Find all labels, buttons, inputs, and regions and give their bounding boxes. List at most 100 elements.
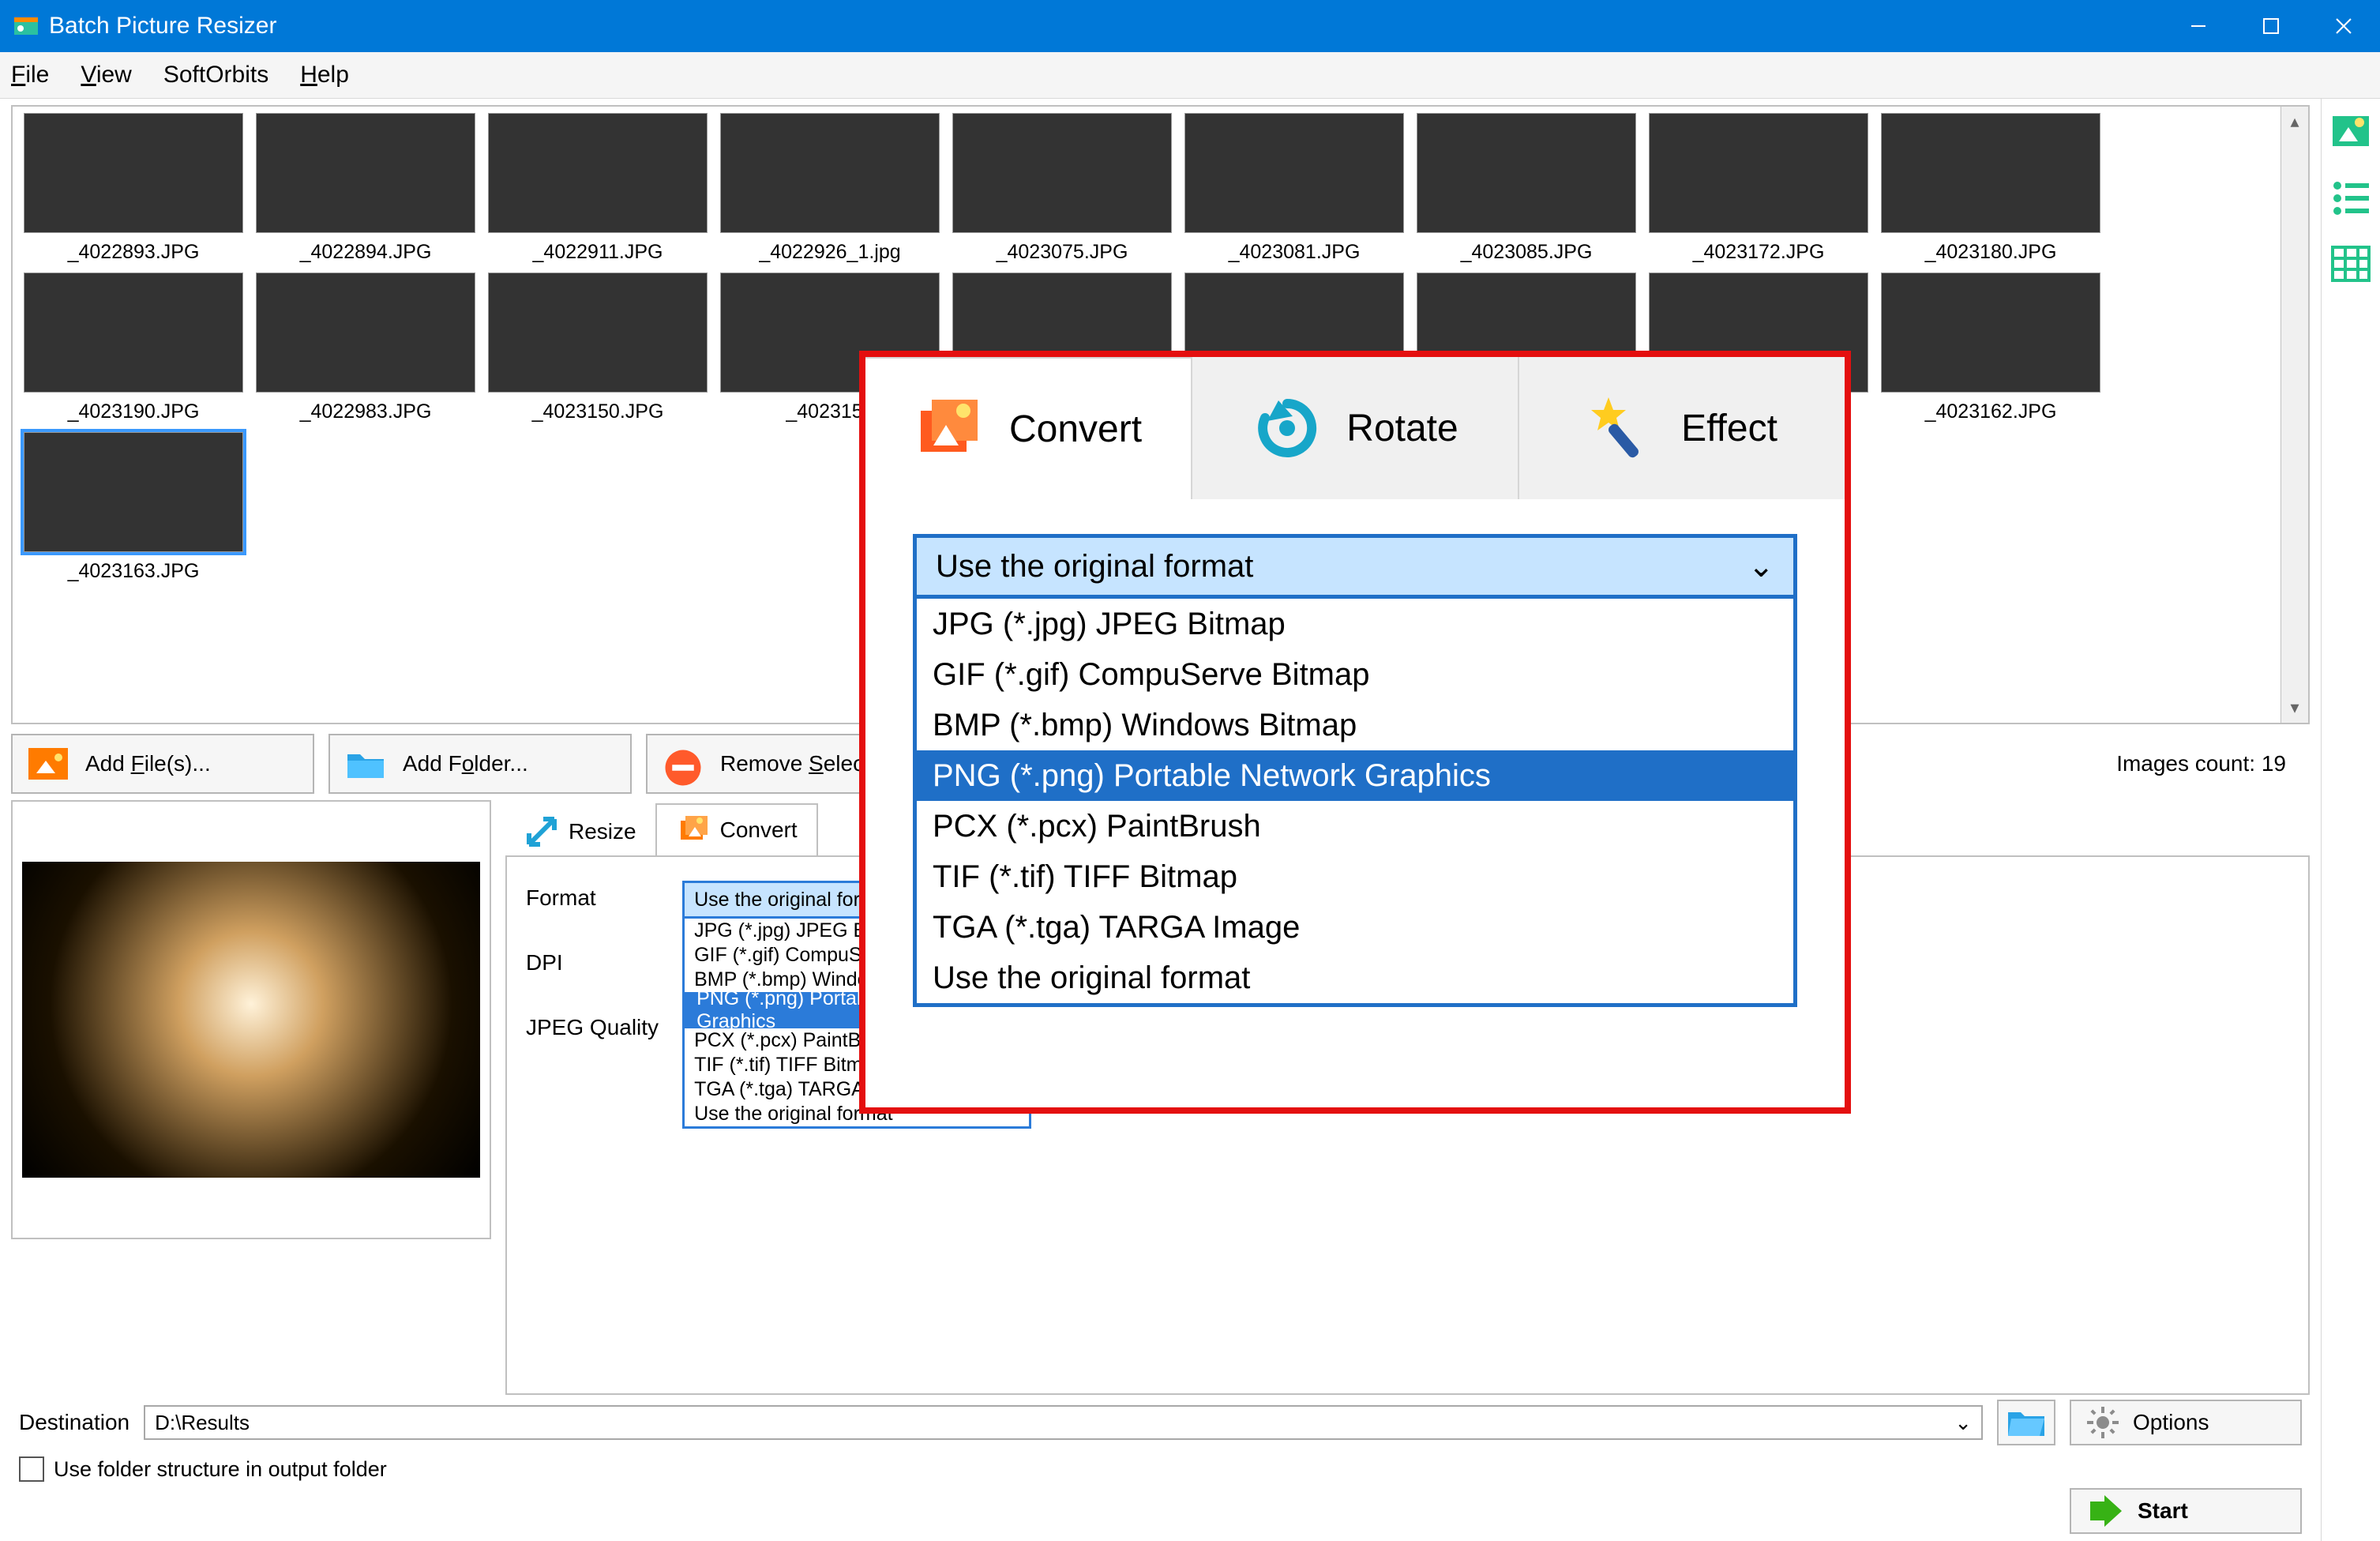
tab-convert[interactable]: Convert [655,803,818,857]
window-maximize-button[interactable] [2235,0,2307,52]
tab-convert-label: Convert [720,817,798,843]
overlay-format-list[interactable]: JPG (*.jpg) JPEG BitmapGIF (*.gif) Compu… [913,599,1797,1007]
thumbnail-caption: _4023190.JPG [68,400,200,423]
window-minimize-button[interactable] [2162,0,2235,52]
thumbnail[interactable]: _4022894.JPG [251,113,480,266]
thumbnail-caption: _4023150.JPG [532,400,664,423]
overlay-tab-convert[interactable]: Convert [865,357,1192,499]
label-jpeg-quality: JPEG Quality [526,1015,659,1040]
scroll-down-icon[interactable]: ▾ [2290,697,2299,718]
options-label: Options [2133,1410,2209,1435]
add-folder-button[interactable]: Add Folder... [328,734,632,794]
overlay-format-option[interactable]: Use the original format [917,953,1793,1003]
destination-value: D:\Results [155,1411,250,1435]
thumbnail-image [720,113,940,233]
convert-icon [914,393,985,464]
overlay-format-option[interactable]: TGA (*.tga) TARGA Image [917,902,1793,953]
overlay-format-option[interactable]: BMP (*.bmp) Windows Bitmap [917,700,1793,750]
overlay-tab-rotate[interactable]: Rotate [1192,357,1519,499]
overlay-tab-effect[interactable]: Effect [1519,357,1845,499]
thumbnail[interactable]: _4023081.JPG [1180,113,1409,266]
menu-help[interactable]: Help [300,62,349,88]
start-label: Start [2138,1498,2188,1524]
view-list-icon[interactable] [2329,176,2372,219]
label-format: Format [526,885,659,911]
effect-icon [1586,393,1657,464]
thumbnail[interactable]: _4023180.JPG [1876,113,2105,266]
chevron-down-icon: ⌄ [1954,1411,1972,1435]
overlay-format-option[interactable]: PCX (*.pcx) PaintBrush [917,801,1793,851]
thumbnail[interactable]: _4023075.JPG [948,113,1177,266]
options-button[interactable]: Options [2070,1400,2302,1445]
start-button[interactable]: Start [2070,1488,2302,1534]
thumbnail-image [256,272,475,393]
thumbnail-caption: _4023081.JPG [1229,241,1361,264]
add-files-button[interactable]: Add File(s)... [11,734,314,794]
thumbnail-image [1649,113,1868,233]
overlay-format-selected[interactable]: Use the original format ⌄ [913,534,1797,599]
thumbnail[interactable]: _4023162.JPG [1876,272,2105,426]
browse-destination-button[interactable] [1997,1400,2055,1445]
thumbnail-caption: _4023163.JPG [68,560,200,583]
overlay-tab-rotate-label: Rotate [1346,407,1458,450]
thumbnail[interactable]: _4023190.JPG [19,272,248,426]
convert-icon [676,813,711,848]
preview-pane [11,800,491,1239]
view-sidebar [2321,99,2380,1541]
thumbnail-caption: _4023075.JPG [997,241,1128,264]
thumbnail-caption: _4022893.JPG [68,241,200,264]
thumbnail[interactable]: _4023163.JPG [19,432,248,585]
rotate-icon [1252,393,1323,464]
thumbnail-image [488,272,708,393]
folder-structure-label: Use folder structure in output folder [54,1457,387,1482]
thumbnail-image [952,113,1172,233]
menu-view[interactable]: View [81,62,131,88]
app-title: Batch Picture Resizer [49,13,276,39]
scroll-up-icon[interactable]: ▴ [2290,111,2299,132]
thumbnail[interactable]: _4022911.JPG [483,113,712,266]
thumbnail-caption: _4022926_1.jpg [759,241,900,264]
resize-icon [524,814,559,849]
overlay-format-option[interactable]: JPG (*.jpg) JPEG Bitmap [917,599,1793,649]
add-files-label: Add File(s)... [85,751,211,776]
thumbnail-caption: _4023162.JPG [1925,400,2057,423]
thumbnail-caption: _4023172.JPG [1693,241,1825,264]
tab-resize[interactable]: Resize [505,806,655,857]
label-dpi: DPI [526,950,659,975]
overlay-format-option[interactable]: TIF (*.tif) TIFF Bitmap [917,851,1793,902]
overlay-format-option[interactable]: PNG (*.png) Portable Network Graphics [917,750,1793,801]
thumbnail-image [24,113,243,233]
thumbnail-caption: _4023085.JPG [1461,241,1593,264]
overlay-convert-popup: Convert Rotate Effect Use the original f… [859,351,1851,1114]
thumbnail[interactable]: _4022893.JPG [19,113,248,266]
view-table-icon[interactable] [2329,242,2372,285]
thumbnail-caption: _4022894.JPG [300,241,432,264]
app-icon [14,14,38,38]
folder-structure-row: Use folder structure in output folder [0,1450,2321,1488]
thumbnail[interactable]: _4023085.JPG [1412,113,1641,266]
thumbnail[interactable]: _4023172.JPG [1644,113,1873,266]
titlebar: Batch Picture Resizer [0,0,2380,52]
folder-icon [346,748,385,780]
tab-resize-label: Resize [569,819,636,844]
menu-softorbits[interactable]: SoftOrbits [163,62,268,88]
thumbnail-image [1881,113,2100,233]
thumbnail[interactable]: _4022926_1.jpg [715,113,944,266]
overlay-format-option[interactable]: GIF (*.gif) CompuServe Bitmap [917,649,1793,700]
folder-structure-checkbox[interactable] [19,1456,44,1482]
destination-combo[interactable]: D:\Results ⌄ [144,1405,1983,1440]
thumbnail[interactable]: _4022983.JPG [251,272,480,426]
thumbnail[interactable]: _4023150.JPG [483,272,712,426]
view-thumbnails-icon[interactable] [2329,110,2372,152]
window-close-button[interactable] [2307,0,2380,52]
menubar: File View SoftOrbits Help [0,52,2380,99]
thumbnail-image [1881,272,2100,393]
thumbnails-scrollbar[interactable]: ▴ ▾ [2281,107,2308,723]
destination-label: Destination [19,1410,130,1435]
thumbnail-caption: _4023180.JPG [1925,241,2057,264]
menu-file[interactable]: File [11,62,49,88]
destination-bar: Destination D:\Results ⌄ Options [0,1395,2321,1450]
add-folder-label: Add Folder... [403,751,528,776]
thumbnail-caption: _4022911.JPG [533,241,663,264]
thumbnail-image [256,113,475,233]
